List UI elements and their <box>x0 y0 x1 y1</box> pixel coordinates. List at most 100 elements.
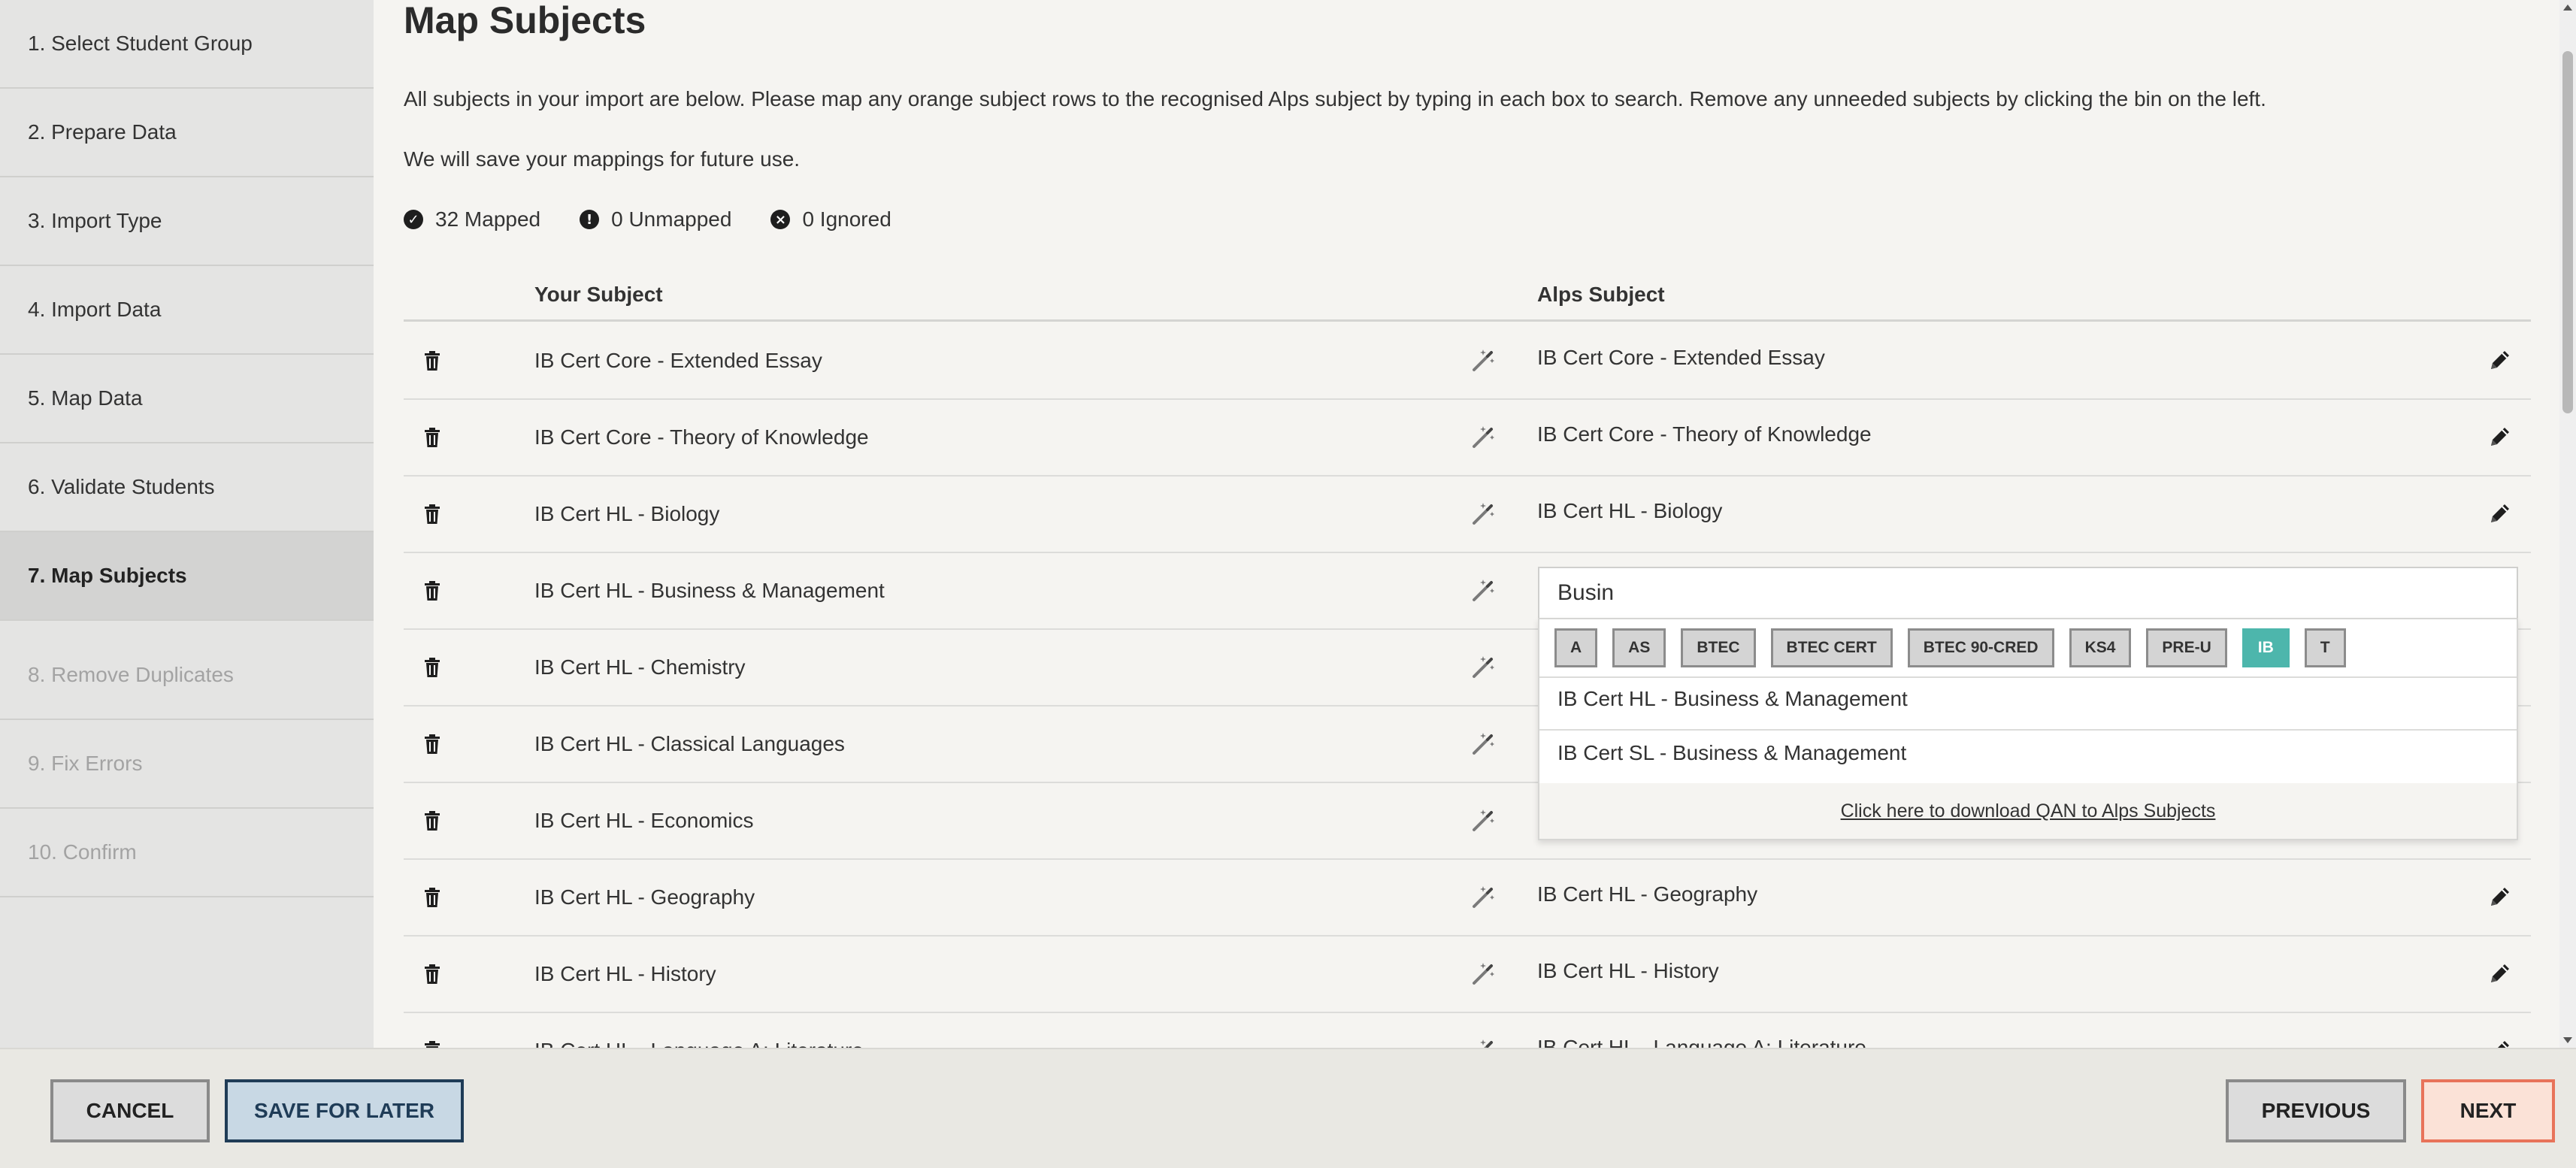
filter-chip[interactable]: IB <box>2242 628 2290 667</box>
dropdown-divider <box>1539 676 2517 678</box>
sidebar-step-4[interactable]: 4. Import Data <box>0 266 374 355</box>
table-row: IB Cert HL - Geography IB Cert HL - Geogr… <box>404 860 2531 937</box>
download-qan-link[interactable]: Click here to download QAN to Alps Subje… <box>1841 800 2216 822</box>
alps-subject: IB Cert Core - Theory of Knowledge <box>1537 422 1872 446</box>
stat-ignored: × 0 Ignored <box>770 207 891 231</box>
alps-subject: IB Cert HL - History <box>1537 959 1719 982</box>
search-result-1[interactable]: IB Cert HL - Business & Management <box>1557 687 1908 711</box>
sidebar-step-5[interactable]: 5. Map Data <box>0 355 374 443</box>
bin-icon[interactable] <box>423 580 441 601</box>
your-subject: IB Cert Core - Extended Essay <box>534 349 822 372</box>
scrollbar[interactable] <box>2559 0 2576 1048</box>
magic-wand-icon[interactable] <box>1471 654 1497 679</box>
magic-wand-icon[interactable] <box>1471 424 1497 449</box>
your-subject: IB Cert HL - Geography <box>534 885 755 909</box>
bin-icon[interactable] <box>423 504 441 525</box>
your-subject: IB Cert HL - Chemistry <box>534 655 746 679</box>
pencil-icon[interactable] <box>2487 1037 2513 1048</box>
your-subject: IB Cert HL - Classical Languages <box>534 732 845 755</box>
exclamation-circle-icon: ! <box>580 210 600 229</box>
bin-icon[interactable] <box>423 427 441 448</box>
your-subject: IB Cert HL - History <box>534 962 716 985</box>
filter-chip[interactable]: AS <box>1612 628 1666 667</box>
cancel-button[interactable]: CANCEL <box>50 1079 210 1142</box>
sidebar-step-2[interactable]: 2. Prepare Data <box>0 89 374 177</box>
bin-icon[interactable] <box>423 350 441 371</box>
stat-unmapped: ! 0 Unmapped <box>580 207 731 231</box>
subject-search-dropdown: A AS BTEC BTEC CERT BTEC 90-CRED KS4 PRE-U IB T … <box>1538 618 2518 840</box>
filter-chip[interactable]: A <box>1554 628 1598 667</box>
alps-subject: IB Cert HL - Biology <box>1537 499 1723 522</box>
sidebar-step-7[interactable]: 7. Map Subjects <box>0 532 374 621</box>
wizard-footer: CANCEL SAVE FOR LATER PREVIOUS NEXT <box>0 1048 2576 1168</box>
your-subject: IB Cert HL - Biology <box>534 502 720 525</box>
table-row: IB Cert HL - Language A: Literature IB Ce… <box>404 1013 2531 1048</box>
main-content: Map Subjects All subjects in your import… <box>374 0 2576 1048</box>
check-circle-icon: ✓ <box>404 210 423 229</box>
next-button[interactable]: NEXT <box>2421 1079 2555 1142</box>
alps-subject: IB Cert HL - Geography <box>1537 882 1758 906</box>
save-for-later-button[interactable]: SAVE FOR LATER <box>225 1079 464 1142</box>
table-row: IB Cert HL - Biology IB Cert HL - Biology <box>404 477 2531 553</box>
your-subject: IB Cert HL - Business & Management <box>534 579 885 602</box>
magic-wand-icon[interactable] <box>1471 807 1497 833</box>
sidebar-step-6[interactable]: 6. Validate Students <box>0 443 374 532</box>
magic-wand-icon[interactable] <box>1471 1037 1497 1048</box>
scrollbar-thumb[interactable] <box>2562 51 2573 413</box>
table-row: IB Cert Core - Extended Essay IB Cert Cor… <box>404 323 2531 400</box>
intro-text: All subjects in your import are below. P… <box>404 87 2266 110</box>
filter-chip[interactable]: BTEC 90-CRED <box>1907 628 2054 667</box>
magic-wand-icon[interactable] <box>1471 884 1497 909</box>
scroll-up-arrow-icon[interactable] <box>2563 5 2572 11</box>
mapping-stats: ✓ 32 Mapped ! 0 Unmapped × 0 Ignored <box>404 207 931 231</box>
bin-icon[interactable] <box>423 810 441 831</box>
sidebar-step-10: 10. Confirm <box>0 809 374 897</box>
alps-subject: IB Cert Core - Extended Essay <box>1537 346 1825 369</box>
sidebar-step-3[interactable]: 3. Import Type <box>0 177 374 266</box>
bin-icon[interactable] <box>423 964 441 985</box>
your-subject: IB Cert HL - Language A: Literature <box>534 1039 864 1048</box>
dropdown-divider <box>1539 729 2517 731</box>
your-subject: IB Cert Core - Theory of Knowledge <box>534 425 869 449</box>
magic-wand-icon[interactable] <box>1471 961 1497 986</box>
bin-icon[interactable] <box>423 887 441 908</box>
scroll-down-arrow-icon[interactable] <box>2563 1037 2572 1043</box>
bin-icon[interactable] <box>423 734 441 755</box>
filter-chip[interactable]: BTEC <box>1681 628 1756 667</box>
save-note: We will save your mappings for future us… <box>404 147 801 171</box>
pencil-icon[interactable] <box>2487 424 2513 449</box>
stat-mapped: ✓ 32 Mapped <box>404 207 540 231</box>
magic-wand-icon[interactable] <box>1471 501 1497 526</box>
col-header-your-subject: Your Subject <box>534 283 663 306</box>
previous-button[interactable]: PREVIOUS <box>2226 1079 2406 1142</box>
page-title: Map Subjects <box>404 0 646 41</box>
x-circle-icon: × <box>770 210 791 229</box>
filter-chip[interactable]: PRE-U <box>2146 628 2227 667</box>
filter-chip[interactable]: T <box>2304 628 2346 667</box>
sidebar-step-1[interactable]: 1. Select Student Group <box>0 0 374 89</box>
pencil-icon[interactable] <box>2487 961 2513 986</box>
bin-icon[interactable] <box>423 1040 441 1048</box>
search-result-2[interactable]: IB Cert SL - Business & Management <box>1557 741 1906 765</box>
col-header-alps-subject: Alps Subject <box>1537 283 1665 306</box>
dropdown-footer: Click here to download QAN to Alps Subje… <box>1539 783 2517 839</box>
table-row: IB Cert Core - Theory of Knowledge IB Cer… <box>404 400 2531 477</box>
filter-chip[interactable]: BTEC CERT <box>1770 628 1893 667</box>
pencil-icon[interactable] <box>2487 884 2513 909</box>
alps-subject: IB Cert HL - Language A: Literature <box>1537 1036 1866 1048</box>
pencil-icon[interactable] <box>2487 347 2513 373</box>
alps-subject-search-input[interactable] <box>1538 567 2518 619</box>
magic-wand-icon[interactable] <box>1471 347 1497 373</box>
pencil-icon[interactable] <box>2487 501 2513 526</box>
sidebar-step-8: 8. Remove Duplicates <box>0 631 374 720</box>
filter-chip[interactable]: KS4 <box>2069 628 2132 667</box>
qualification-filters: A AS BTEC BTEC CERT BTEC 90-CRED KS4 PRE-U IB T <box>1554 627 2361 669</box>
table-row: IB Cert HL - History IB Cert HL - History <box>404 937 2531 1013</box>
magic-wand-icon[interactable] <box>1471 577 1497 603</box>
sidebar-step-9: 9. Fix Errors <box>0 720 374 809</box>
sidebar: 1. Select Student Group 2. Prepare Data … <box>0 0 374 1048</box>
your-subject: IB Cert HL - Economics <box>534 809 754 832</box>
bin-icon[interactable] <box>423 657 441 678</box>
header-divider <box>404 319 2531 322</box>
magic-wand-icon[interactable] <box>1471 731 1497 756</box>
